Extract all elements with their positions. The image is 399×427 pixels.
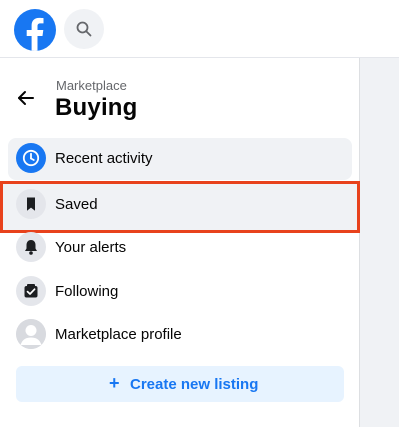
marketplace-sidebar: Marketplace Buying Recent activity Saved — [0, 58, 360, 427]
arrow-left-icon — [18, 91, 34, 105]
sidebar-item-label: Following — [55, 283, 119, 300]
following-check-icon — [16, 276, 46, 306]
sidebar-item-label: Marketplace profile — [55, 326, 182, 343]
sidebar-item-marketplace-profile[interactable]: Marketplace profile — [8, 314, 352, 356]
breadcrumb[interactable]: Marketplace — [56, 78, 127, 93]
bookmark-icon — [16, 189, 46, 219]
plus-icon: + — [109, 373, 120, 393]
sidebar-item-following[interactable]: Following — [8, 271, 352, 313]
sidebar-item-label: Your alerts — [55, 239, 127, 256]
create-new-listing-label: Create new listing — [130, 376, 259, 393]
sidebar-item-label: Recent activity — [55, 150, 153, 167]
bell-icon — [16, 232, 46, 262]
sidebar-item-label: Saved — [55, 196, 98, 213]
sidebar-item-saved[interactable]: Saved — [8, 184, 352, 226]
sidebar-item-recent-activity[interactable]: Recent activity — [8, 138, 352, 180]
main-content-area — [360, 58, 399, 427]
clock-icon — [16, 143, 46, 173]
sidebar-item-your-alerts[interactable]: Your alerts — [8, 227, 352, 269]
page-title: Buying — [55, 94, 138, 121]
create-new-listing-button[interactable]: + Create new listing — [16, 366, 344, 402]
search-button[interactable] — [64, 9, 104, 49]
search-icon — [76, 21, 92, 37]
back-button[interactable] — [8, 80, 44, 116]
top-bar — [0, 0, 399, 58]
facebook-logo-icon[interactable] — [14, 9, 56, 51]
avatar-icon — [16, 319, 46, 349]
